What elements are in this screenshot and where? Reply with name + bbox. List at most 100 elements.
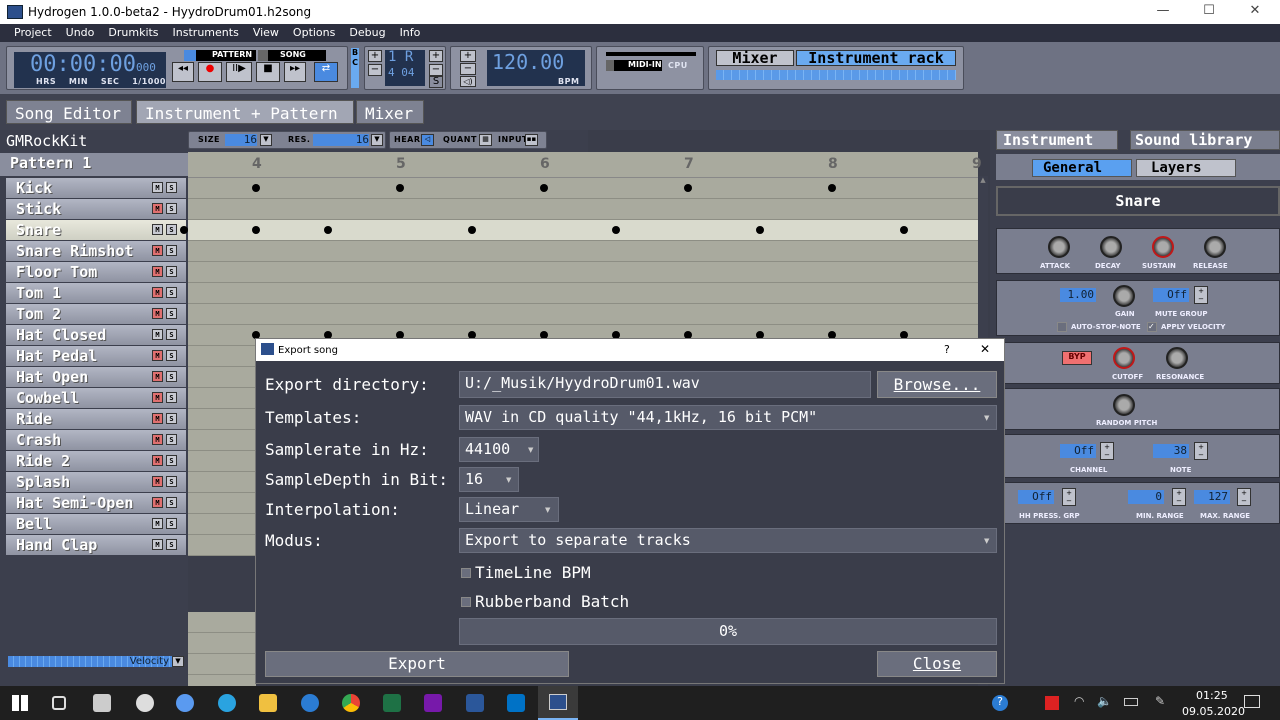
rubberband-batch-checkbox[interactable] — [461, 597, 471, 607]
edge-icon[interactable] — [301, 694, 319, 712]
mute-button[interactable]: M — [152, 182, 163, 193]
mixer-button[interactable]: Mixer — [716, 50, 794, 66]
hear-toggle-icon[interactable]: ◁ — [421, 134, 434, 146]
browse-button[interactable]: Browse... — [877, 371, 997, 398]
close-button[interactable]: ✕ — [1232, 3, 1278, 18]
apply-velocity-checkbox[interactable]: ✓ — [1147, 322, 1157, 332]
instrument-row[interactable]: Stick M S — [6, 199, 186, 219]
minimize-button[interactable]: — — [1140, 3, 1186, 18]
chrome-icon[interactable] — [342, 694, 360, 712]
export-button[interactable]: Export — [265, 651, 569, 677]
beat-decrement[interactable]: − — [429, 64, 443, 76]
release-knob[interactable] — [1204, 236, 1226, 258]
excel-icon[interactable] — [383, 694, 401, 712]
tab-instrument[interactable]: Instrument — [996, 130, 1118, 150]
solo-button[interactable]: S — [166, 350, 177, 361]
song-mode-button[interactable]: SONG — [258, 50, 326, 61]
res-field[interactable]: 16 — [313, 134, 369, 146]
solo-button[interactable]: S — [166, 287, 177, 298]
volume-icon[interactable]: 🔈 — [1097, 694, 1112, 708]
solo-button[interactable]: S — [166, 413, 177, 424]
battery-icon[interactable] — [1124, 698, 1138, 706]
note[interactable] — [180, 226, 188, 234]
rewind-button[interactable]: ◂◂ — [172, 62, 194, 82]
mute-button[interactable]: M — [152, 476, 163, 487]
note-spinner[interactable]: + − — [1194, 442, 1208, 460]
note[interactable] — [540, 184, 548, 192]
instrument-row[interactable]: Kick M S — [6, 178, 186, 198]
note[interactable] — [396, 184, 404, 192]
telegram-icon[interactable] — [218, 694, 236, 712]
instrument-row[interactable]: Crash M S — [6, 430, 186, 450]
menu-view[interactable]: View — [253, 24, 279, 39]
word-icon[interactable] — [466, 694, 484, 712]
instrument-row[interactable]: Bell M S — [6, 514, 186, 534]
res-dropdown-icon[interactable]: ▼ — [371, 134, 383, 146]
bar-decrement[interactable]: − — [368, 64, 382, 76]
attack-knob[interactable] — [1048, 236, 1070, 258]
clock-time[interactable]: 01:25 — [1196, 689, 1228, 702]
mute-button[interactable]: M — [152, 350, 163, 361]
note[interactable] — [828, 184, 836, 192]
solo-button[interactable]: S — [166, 308, 177, 319]
note-properties-area[interactable] — [188, 612, 256, 686]
outlook-icon[interactable] — [507, 694, 525, 712]
mute-group-spinner[interactable]: + − — [1194, 286, 1208, 304]
channel-spinner[interactable]: + − — [1100, 442, 1114, 460]
instrument-row[interactable]: Tom 1 MS — [6, 283, 186, 303]
task-view-icon[interactable] — [52, 696, 66, 710]
cutoff-knob[interactable] — [1113, 347, 1135, 369]
interpolation-select[interactable]: Linear — [459, 497, 559, 522]
metronome-button[interactable]: ◁) — [460, 76, 476, 87]
file-explorer-icon[interactable] — [259, 694, 277, 712]
instrument-row[interactable]: Hat Pedal M S — [6, 346, 186, 366]
tab-instrument-pattern[interactable]: Instrument + Pattern — [136, 100, 354, 124]
notification-icon[interactable] — [1244, 695, 1260, 708]
mute-button[interactable]: M — [152, 497, 163, 508]
instrument-row[interactable]: Ride 2 MS — [6, 451, 186, 471]
ruler[interactable]: 4 5 6 7 8 9 — [188, 152, 982, 178]
mute-button[interactable]: M — [152, 371, 163, 382]
pattern-row[interactable] — [188, 178, 978, 199]
close-dialog-button[interactable]: Close — [877, 651, 997, 677]
tab-song-editor[interactable]: Song Editor — [6, 100, 132, 124]
note[interactable] — [756, 226, 764, 234]
gain-knob[interactable] — [1113, 285, 1135, 307]
bypass-button[interactable]: BYP — [1062, 351, 1092, 365]
solo-button[interactable]: S — [166, 245, 177, 256]
pattern-row[interactable] — [188, 241, 978, 262]
solo-button[interactable]: S — [166, 182, 177, 193]
input-toggle-icon[interactable]: ▪▪ — [525, 134, 538, 146]
mute-button[interactable]: M — [152, 392, 163, 403]
fast-forward-button[interactable]: ▸▸ — [284, 62, 306, 82]
solo-button[interactable]: S — [166, 518, 177, 529]
min-range-spinner[interactable]: + − — [1172, 488, 1186, 506]
tab-general[interactable]: General — [1032, 159, 1132, 177]
antivirus-tray-icon[interactable] — [1045, 696, 1059, 710]
mute-button[interactable]: M — [152, 329, 163, 340]
mute-button[interactable]: M — [152, 539, 163, 550]
solo-button[interactable]: S — [166, 497, 177, 508]
instrument-rack-button[interactable]: Instrument rack — [796, 50, 956, 66]
mute-button[interactable]: M — [152, 266, 163, 277]
solo-button[interactable]: S — [166, 203, 177, 214]
instrument-row[interactable]: Ride M S — [6, 409, 186, 429]
instrument-row[interactable]: Cowbell M S — [6, 388, 186, 408]
pattern-row[interactable] — [188, 283, 978, 304]
bpm-increment[interactable]: + — [460, 50, 476, 62]
modus-select[interactable]: Export to separate tracks — [459, 528, 997, 553]
random-pitch-knob[interactable] — [1113, 394, 1135, 416]
menu-undo[interactable]: Undo — [66, 24, 95, 39]
solo-button[interactable]: S — [166, 371, 177, 382]
maximize-button[interactable]: ☐ — [1186, 3, 1232, 18]
bpm-decrement[interactable]: − — [460, 63, 476, 75]
play-pause-button[interactable]: II▶ — [226, 62, 252, 82]
note[interactable] — [252, 184, 260, 192]
tab-sound-library[interactable]: Sound library — [1130, 130, 1280, 150]
export-directory-input[interactable]: U:/_Musik/HyydroDrum01.wav — [459, 371, 871, 398]
instrument-row[interactable]: Hat Closed M S — [6, 325, 186, 345]
note[interactable] — [468, 226, 476, 234]
note[interactable] — [252, 226, 260, 234]
solo-button[interactable]: S — [166, 476, 177, 487]
menu-drumkits[interactable]: Drumkits — [108, 24, 158, 39]
